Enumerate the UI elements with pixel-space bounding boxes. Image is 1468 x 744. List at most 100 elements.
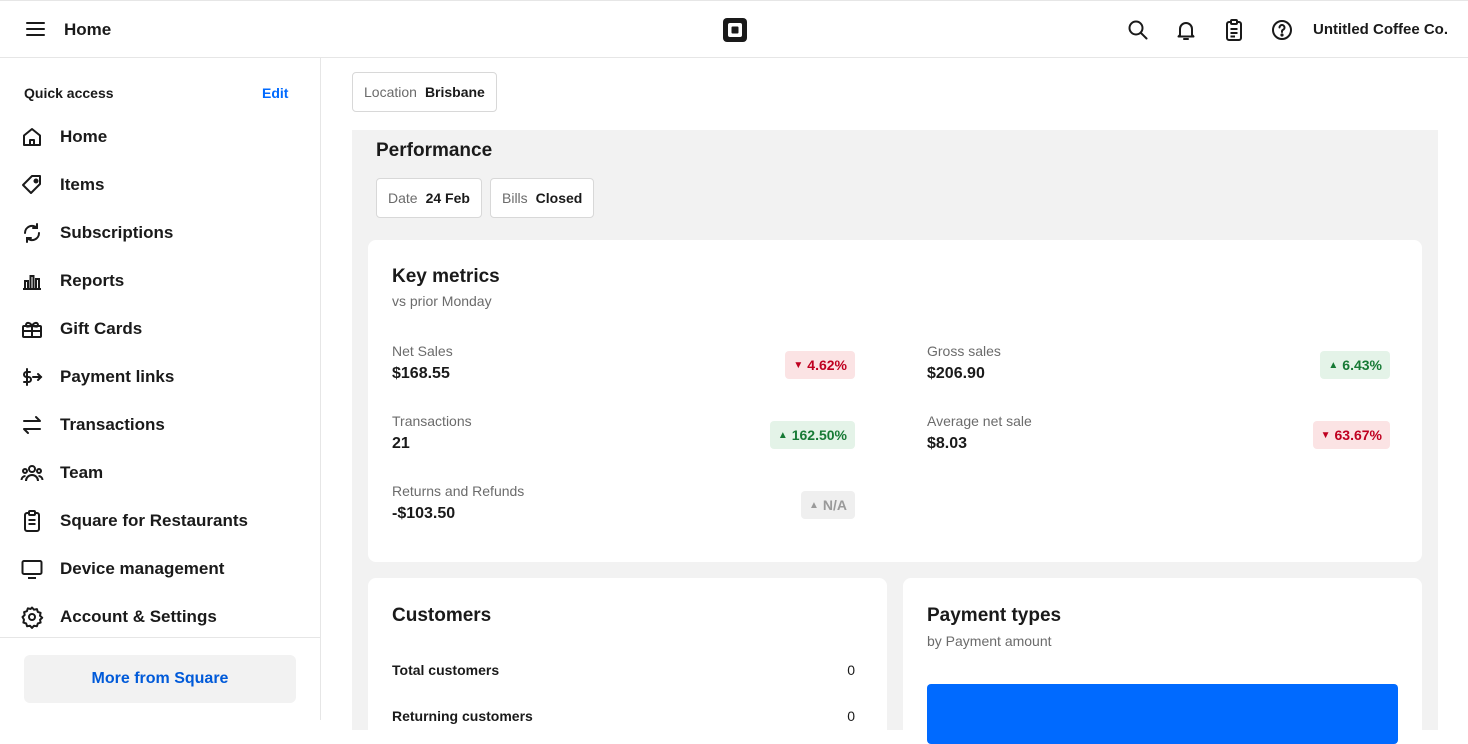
change-badge: ▲ 6.43% <box>1320 351 1390 379</box>
row-value: 0 <box>847 662 855 678</box>
metric-label: Returns and Refunds <box>392 483 525 499</box>
sidebar-item-team[interactable]: Team <box>0 449 320 497</box>
restaurant-icon <box>24 510 40 532</box>
metric-label: Transactions <box>392 413 472 429</box>
bills-filter-label: Bills <box>502 190 528 206</box>
search-icon[interactable] <box>1126 18 1150 42</box>
sidebar-item-device-management[interactable]: Device management <box>0 545 320 593</box>
sidebar-item-reports[interactable]: Reports <box>0 257 320 305</box>
metric-gross-sales[interactable]: Gross sales $206.90 ▲ 6.43% <box>927 343 1390 393</box>
arrow-up-icon: ▲ <box>808 499 819 511</box>
monitor-icon <box>21 560 43 579</box>
sidebar-item-label: Subscriptions <box>60 223 174 242</box>
sidebar-item-square-for-restaurants[interactable]: Square for Restaurants <box>0 497 320 545</box>
change-value: 162.50% <box>791 427 847 443</box>
help-icon[interactable] <box>1270 18 1294 42</box>
sidebar-item-payment-links[interactable]: Payment links <box>0 353 320 401</box>
bar-chart-icon <box>23 275 41 290</box>
change-badge: ▼ 4.62% <box>785 351 855 379</box>
change-badge: ▼ 63.67% <box>1312 421 1390 449</box>
customers-row-returning: Returning customers 0 <box>392 708 855 724</box>
row-value: 0 <box>847 708 855 724</box>
account-name-button[interactable]: Untitled Coffee Co. <box>1313 21 1448 38</box>
customers-row-total: Total customers 0 <box>392 662 855 678</box>
sidebar-item-label: Transactions <box>60 415 165 434</box>
more-from-square-button[interactable]: More from Square <box>24 655 296 703</box>
sidebar-item-label: Account & Settings <box>60 607 217 626</box>
sidebar-item-home[interactable]: Home <box>0 113 320 161</box>
page-title: Home <box>64 20 112 39</box>
sidebar-item-subscriptions[interactable]: Subscriptions <box>0 209 320 257</box>
square-logo[interactable] <box>722 17 748 43</box>
arrow-down-icon: ▼ <box>793 359 804 371</box>
change-badge: ▲ N/A <box>800 491 855 519</box>
payment-types-title: Payment types <box>927 605 1062 626</box>
key-metrics-subtitle: vs prior Monday <box>392 293 492 309</box>
sidebar-item-transactions[interactable]: Transactions <box>0 401 320 449</box>
sidebar-item-label: Gift Cards <box>60 319 143 338</box>
sidebar-item-label: Payment links <box>60 367 175 386</box>
customers-card: Customers Total customers 0 Returning cu… <box>368 578 887 738</box>
payment-types-bar[interactable] <box>927 684 1398 744</box>
edit-quick-access-link[interactable]: Edit <box>262 85 288 101</box>
metric-average-net-sale[interactable]: Average net sale $8.03 ▼ 63.67% <box>927 413 1390 463</box>
home-icon <box>23 128 41 146</box>
sidebar-item-label: Home <box>60 127 108 146</box>
change-value: 4.62% <box>807 357 847 373</box>
metric-value: -$103.50 <box>392 505 456 522</box>
key-metrics-card: Key metrics vs prior Monday Net Sales $1… <box>368 240 1422 562</box>
metric-transactions[interactable]: Transactions 21 ▲ 162.50% <box>392 413 855 463</box>
arrow-up-icon: ▲ <box>1328 359 1339 371</box>
sidebar: Quick access Edit Home Items Subscriptio… <box>0 58 321 720</box>
sidebar-footer: More from Square <box>0 637 320 721</box>
tag-icon <box>22 175 41 194</box>
metric-returns-refunds[interactable]: Returns and Refunds -$103.50 ▲ N/A <box>392 483 855 533</box>
metric-value: 21 <box>392 435 410 452</box>
quick-access-title: Quick access <box>24 85 114 101</box>
bills-filter-value: Closed <box>535 190 583 206</box>
metric-value: $206.90 <box>927 365 985 382</box>
sidebar-nav: Home Items Subscriptions Reports Gift Ca… <box>0 113 320 641</box>
date-filter-label: Date <box>388 190 418 206</box>
performance-title: Performance <box>376 140 493 161</box>
sidebar-item-gift-cards[interactable]: Gift Cards <box>0 305 320 353</box>
payment-link-icon <box>23 368 43 386</box>
sidebar-item-label: Reports <box>60 271 125 290</box>
metric-value: $168.55 <box>392 365 450 382</box>
bills-filter[interactable]: Bills Closed <box>490 178 595 218</box>
date-filter-value: 24 Feb <box>425 190 470 206</box>
arrow-down-icon: ▼ <box>1320 429 1331 441</box>
row-label: Returning customers <box>392 708 533 724</box>
location-filter[interactable]: Location Brisbane <box>352 72 497 112</box>
sidebar-item-label: Device management <box>60 559 225 578</box>
date-filter[interactable]: Date 24 Feb <box>376 178 482 218</box>
change-value: 63.67% <box>1334 427 1382 443</box>
metric-label: Net Sales <box>392 343 453 359</box>
sidebar-item-label: Square for Restaurants <box>60 511 248 530</box>
sidebar-item-label: Team <box>60 463 104 482</box>
change-value: N/A <box>822 497 847 513</box>
change-badge: ▲ 162.50% <box>769 421 855 449</box>
metric-label: Average net sale <box>927 413 1032 429</box>
change-value: 6.43% <box>1342 357 1382 373</box>
clipboard-icon[interactable] <box>1222 18 1246 42</box>
row-label: Total customers <box>392 662 500 678</box>
metric-value: $8.03 <box>927 435 968 452</box>
transfer-icon <box>23 416 41 434</box>
sidebar-item-account-settings[interactable]: Account & Settings <box>0 593 320 641</box>
key-metrics-title: Key metrics <box>392 266 500 287</box>
menu-icon[interactable] <box>24 19 48 39</box>
payment-types-subtitle: by Payment amount <box>927 633 1052 649</box>
top-bar: Home Untitled Coffee Co. <box>0 0 1468 58</box>
sidebar-item-label: Items <box>60 175 105 194</box>
sidebar-item-items[interactable]: Items <box>0 161 320 209</box>
payment-types-card: Payment types by Payment amount <box>903 578 1422 744</box>
location-filter-label: Location <box>364 84 417 100</box>
team-icon <box>20 465 44 482</box>
metric-label: Gross sales <box>927 343 1001 359</box>
location-filter-value: Brisbane <box>424 84 485 100</box>
refresh-icon <box>23 223 41 243</box>
customers-title: Customers <box>392 605 492 626</box>
metric-net-sales[interactable]: Net Sales $168.55 ▼ 4.62% <box>392 343 855 393</box>
bell-icon[interactable] <box>1174 18 1198 42</box>
